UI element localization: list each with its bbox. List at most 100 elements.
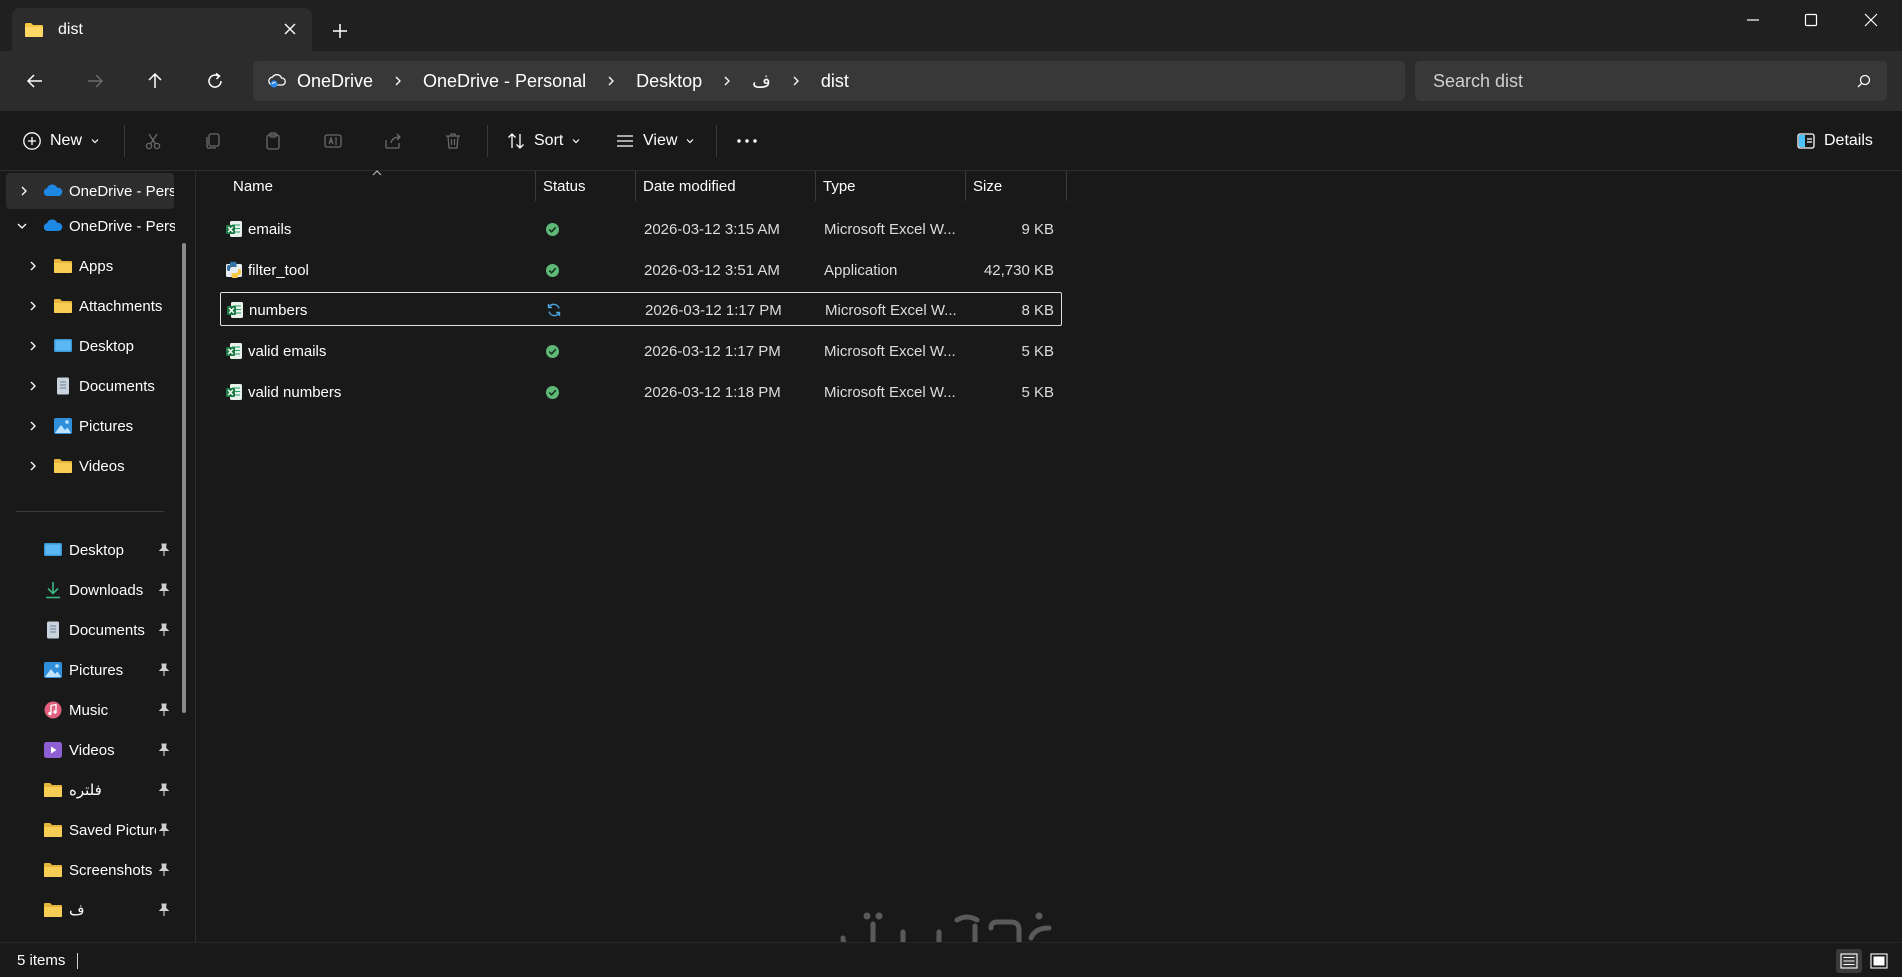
column-header-label: Type [823,177,856,195]
pin-icon[interactable] [157,823,171,837]
quick-access-saved-pictures[interactable]: Saved Pictures [0,812,178,848]
copy-button[interactable] [203,125,223,157]
quick-access-screenshots[interactable]: Screenshots [0,852,178,888]
chevron-right-icon[interactable] [27,460,39,472]
refresh-button[interactable] [201,67,229,95]
sidebar-item-onedrive-personal-1[interactable]: OneDrive - Perso [6,173,174,209]
column-header-date-modified[interactable]: Date modified [636,171,816,201]
pin-icon[interactable] [157,623,171,637]
quick-access-pictures[interactable]: Pictures [0,652,178,688]
sidebar-item-label: Music [69,701,109,719]
column-header-size[interactable]: Size [966,171,1067,201]
sidebar-item-onedrive-personal-2[interactable]: OneDrive - Perso [0,208,178,244]
breadcrumb[interactable]: OneDrive OneDrive - Personal Desktop ف d… [253,61,1405,101]
cut-button[interactable] [143,125,163,157]
quick-access-music[interactable]: Music [0,692,178,728]
desktop-icon [54,339,72,352]
sidebar-item-documents[interactable]: Documents [0,368,178,404]
sidebar-item-attachments[interactable]: Attachments [0,288,178,324]
pin-icon[interactable] [157,543,171,557]
column-header-name[interactable]: Name [230,170,536,201]
breadcrumb-desktop[interactable]: Desktop [636,71,702,92]
new-button[interactable]: New [22,125,100,157]
onedrive-cloud-icon [43,184,63,196]
sort-button[interactable]: Sort [506,125,581,157]
chevron-right-icon[interactable] [27,420,39,432]
chevron-down-icon[interactable] [16,220,28,232]
file-size: 9 KB [1021,220,1054,238]
chevron-right-icon[interactable] [27,300,39,312]
pin-icon[interactable] [157,583,171,597]
arrow-up-icon [148,72,162,88]
chevron-right-icon[interactable] [27,340,39,352]
quick-access-desktop[interactable]: Desktop [0,532,178,568]
sidebar-item-pictures[interactable]: Pictures [0,408,178,444]
file-name: numbers [249,301,308,319]
breadcrumb-onedrive[interactable]: OneDrive [297,71,373,92]
table-row[interactable]: numbers 2026-03-12 1:17 PM Microsoft Exc… [220,292,1062,326]
sidebar-item-label: OneDrive - Perso [69,217,175,235]
pin-icon[interactable] [157,903,171,917]
chevron-right-icon[interactable] [27,260,39,272]
column-header-type[interactable]: Type [816,171,966,201]
delete-button[interactable] [443,125,463,157]
large-icons-view-toggle[interactable] [1866,949,1892,973]
arrow-left-icon [26,74,42,88]
quick-access-fa[interactable]: ف [0,892,178,928]
minimize-button[interactable] [1724,0,1782,40]
synced-check-icon [546,344,559,358]
breadcrumb-onedrive-personal[interactable]: OneDrive - Personal [423,71,586,92]
chevron-right-icon[interactable] [18,185,30,197]
folder-icon [44,863,62,877]
up-button[interactable] [141,67,169,95]
breadcrumb-fa[interactable]: ف [752,71,771,92]
pin-icon[interactable] [157,703,171,717]
more-horizontal-icon [737,139,757,143]
paste-icon [266,132,280,150]
sidebar-item-apps[interactable]: Apps [0,248,178,284]
status-cell [545,334,575,368]
quick-access-filtra[interactable]: فلتره [0,772,178,808]
details-pane-button[interactable]: Details [1796,125,1873,157]
details-pane-icon [1797,133,1815,149]
status-divider [77,953,78,969]
maximize-button[interactable] [1782,0,1840,40]
breadcrumb-dist[interactable]: dist [821,71,849,92]
see-more-button[interactable] [736,125,758,157]
pin-icon[interactable] [157,863,171,877]
table-row[interactable]: filter_tool 2026-03-12 3:51 AM Applicati… [220,253,1062,287]
sidebar-item-videos[interactable]: Videos [0,448,178,484]
paste-button[interactable] [263,125,283,157]
view-button[interactable]: View [615,125,695,157]
table-row[interactable]: emails 2026-03-12 3:15 AM Microsoft Exce… [220,212,1062,246]
quick-access-documents[interactable]: Documents [0,612,178,648]
pin-icon[interactable] [157,663,171,677]
sidebar-scrollbar[interactable] [182,243,186,713]
folder-icon [44,823,62,837]
search-input[interactable] [1433,70,1833,92]
table-row[interactable]: valid numbers 2026-03-12 1:18 PM Microso… [220,375,1062,409]
details-view-toggle[interactable] [1836,949,1862,973]
sort-ascending-icon [372,170,382,176]
back-button[interactable] [21,67,49,95]
table-row[interactable]: valid emails 2026-03-12 1:17 PM Microsof… [220,334,1062,368]
forward-button[interactable] [81,67,109,95]
tab-dist[interactable]: dist [12,8,312,51]
quick-access-videos[interactable]: Videos [0,732,178,768]
search-box[interactable] [1415,61,1887,101]
refresh-icon [208,72,222,88]
close-tab-icon[interactable] [282,21,298,37]
quick-access-downloads[interactable]: Downloads [0,572,178,608]
close-window-button[interactable] [1842,0,1900,40]
share-button[interactable] [383,125,403,157]
column-header-label: Status [543,177,586,195]
search-icon[interactable] [1857,74,1871,88]
new-tab-icon[interactable] [330,21,350,41]
trash-icon [446,133,460,149]
pin-icon[interactable] [157,743,171,757]
chevron-right-icon[interactable] [27,380,39,392]
pin-icon[interactable] [157,783,171,797]
column-header-status[interactable]: Status [536,171,636,201]
rename-button[interactable] [323,125,343,157]
sidebar-item-desktop[interactable]: Desktop [0,328,178,364]
